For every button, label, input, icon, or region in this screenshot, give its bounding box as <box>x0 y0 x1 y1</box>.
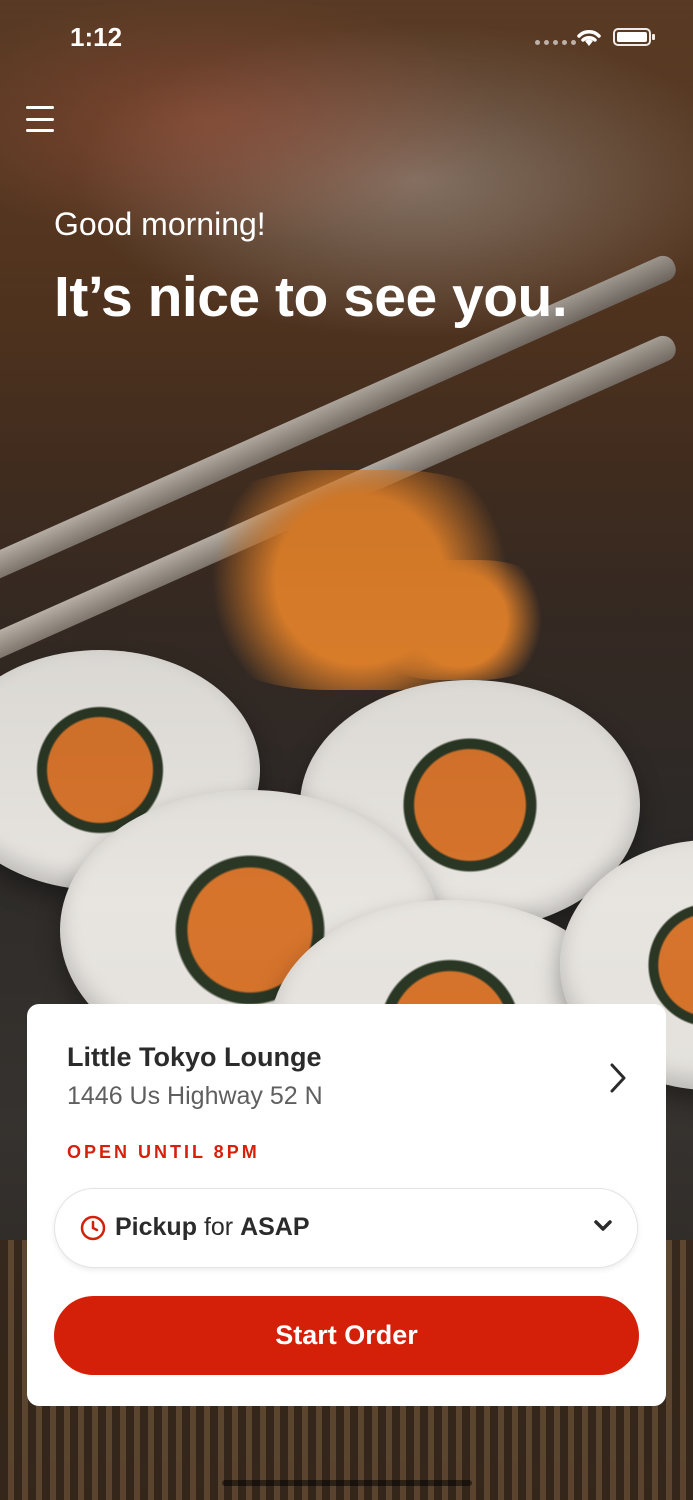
status-time: 1:12 <box>70 22 123 52</box>
clock-icon <box>80 1215 106 1246</box>
home-indicator <box>222 1480 472 1486</box>
order-type: Pickup <box>115 1213 197 1241</box>
pickup-label: Pickup for ASAP <box>115 1213 310 1242</box>
order-time: ASAP <box>240 1213 310 1241</box>
order-connector: for <box>203 1213 234 1241</box>
location-card: Little Tokyo Lounge 1446 Us Highway 52 N… <box>27 1004 666 1406</box>
hamburger-menu-icon[interactable] <box>26 106 54 132</box>
restaurant-name: Little Tokyo Lounge <box>67 1042 322 1072</box>
restaurant-address: 1446 Us Highway 52 N <box>67 1082 323 1110</box>
location-selector[interactable]: Little Tokyo Lounge 1446 Us Highway 52 N <box>67 1042 636 1122</box>
wifi-icon <box>575 26 603 53</box>
page-title: It’s nice to see you. <box>54 265 568 329</box>
battery-icon <box>613 28 655 46</box>
start-order-button[interactable]: Start Order <box>54 1296 639 1375</box>
greeting-text: Good morning! <box>54 206 266 242</box>
status-bar: 1:12 <box>0 0 693 76</box>
open-status-badge: OPEN UNTIL 8PM <box>67 1142 260 1162</box>
chevron-down-icon <box>593 1219 613 1238</box>
pickup-time-dropdown[interactable]: Pickup for ASAP <box>54 1188 638 1268</box>
chevron-right-icon[interactable] <box>608 1062 628 1099</box>
signal-icon <box>535 40 576 45</box>
